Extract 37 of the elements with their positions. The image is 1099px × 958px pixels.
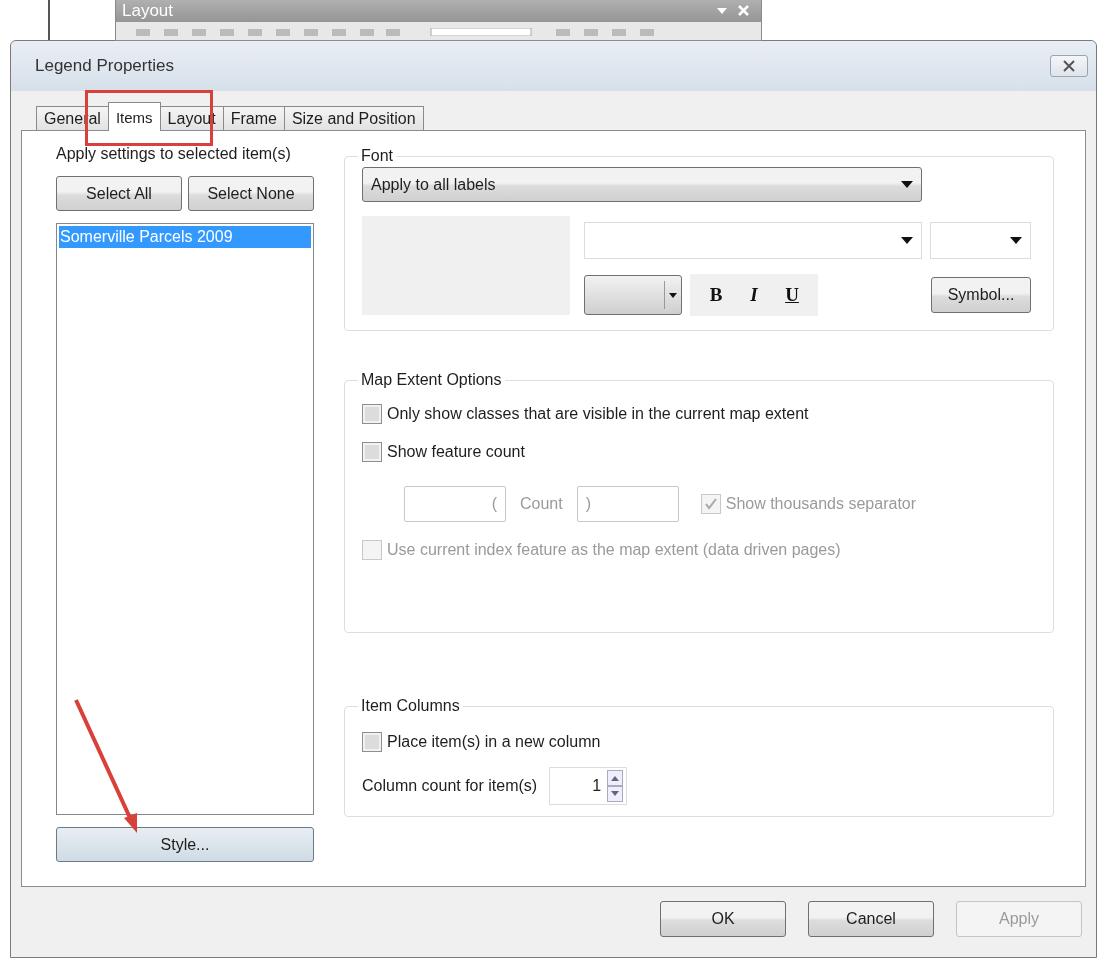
close-button[interactable] bbox=[1050, 55, 1088, 77]
close-icon bbox=[1062, 60, 1076, 72]
caret-icon bbox=[1010, 237, 1022, 244]
count-label: Count bbox=[520, 495, 563, 513]
group-title: Font bbox=[360, 147, 394, 165]
checkbox[interactable] bbox=[362, 404, 382, 424]
color-dropdown[interactable] bbox=[584, 275, 682, 315]
dialog-button[interactable]: Cancel bbox=[808, 901, 934, 937]
group-title: Item Columns bbox=[360, 697, 461, 715]
select-button[interactable]: Select None bbox=[188, 176, 314, 211]
italic-button[interactable]: I bbox=[736, 280, 772, 310]
dialog-button[interactable]: OK bbox=[660, 901, 786, 937]
toolbar-title: Layout bbox=[122, 1, 174, 21]
select-button[interactable]: Select All bbox=[56, 176, 182, 211]
apply-to-dropdown[interactable]: Apply to all labels bbox=[362, 167, 922, 202]
tab[interactable]: Frame bbox=[222, 106, 285, 130]
tab[interactable]: Size and Position bbox=[283, 106, 424, 130]
underline-button[interactable]: U bbox=[774, 280, 810, 310]
checkbox-label: Place item(s) in a new column bbox=[387, 733, 601, 751]
tab[interactable]: Items bbox=[107, 102, 161, 131]
dialog-title: Legend Properties bbox=[35, 56, 174, 76]
group-title: Map Extent Options bbox=[360, 371, 503, 389]
column-count-spinner[interactable]: 1 bbox=[549, 767, 628, 805]
bold-button[interactable]: B bbox=[698, 280, 734, 310]
apply-settings-label: Apply settings to selected item(s) bbox=[56, 145, 292, 163]
caret-icon bbox=[669, 292, 677, 298]
symbol-button[interactable]: Symbol... bbox=[931, 277, 1031, 313]
column-count-label: Column count for item(s) bbox=[362, 777, 538, 795]
checkbox-label: Show thousands separator bbox=[725, 495, 917, 513]
style-button[interactable]: Style... bbox=[56, 827, 314, 862]
caret-icon bbox=[901, 237, 913, 244]
checkbox-label: Only show classes that are visible in the current map extent bbox=[387, 405, 809, 423]
checkbox[interactable] bbox=[362, 732, 382, 752]
checkbox-label: Show feature count bbox=[387, 443, 525, 461]
caret-icon bbox=[901, 181, 913, 188]
checkbox[interactable] bbox=[362, 442, 382, 462]
checkbox-label: Use current index feature as the map extent (data driven pages) bbox=[387, 541, 841, 559]
